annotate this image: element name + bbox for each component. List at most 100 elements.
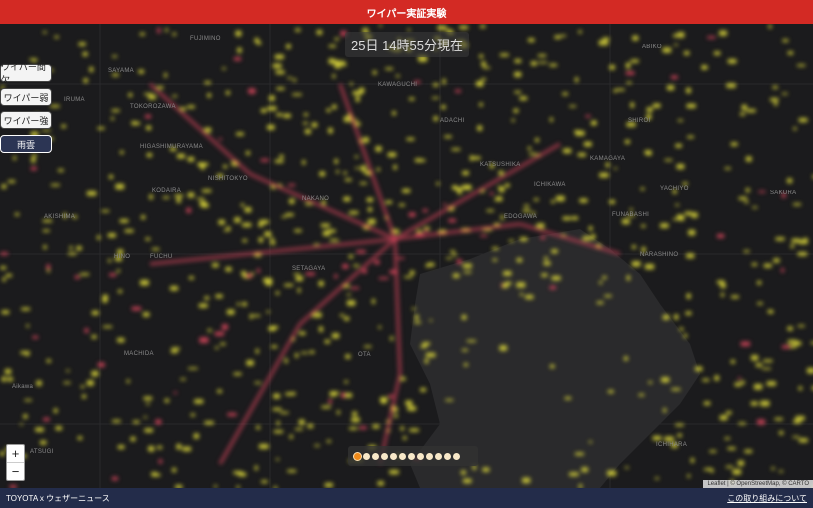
rain-cell xyxy=(234,217,241,223)
rain-cell xyxy=(78,42,87,46)
timeline-step[interactable] xyxy=(453,452,460,460)
rain-cell xyxy=(201,189,212,193)
timeline-step[interactable] xyxy=(417,452,424,460)
rain-cell xyxy=(248,88,256,94)
rain-cell xyxy=(117,444,125,450)
rain-cell xyxy=(456,259,463,265)
rain-cell xyxy=(314,444,320,447)
rain-cell xyxy=(676,163,685,170)
timeline-step[interactable] xyxy=(399,452,406,460)
rain-cell xyxy=(498,170,504,176)
rain-cell xyxy=(778,430,784,435)
rain-cell xyxy=(562,148,572,154)
rain-cell xyxy=(194,399,204,404)
rain-cell xyxy=(486,209,495,212)
rain-cell xyxy=(252,314,261,317)
rain-cell xyxy=(69,245,73,251)
timeline-step[interactable] xyxy=(444,452,451,460)
rain-cell xyxy=(679,327,684,331)
rain-cell xyxy=(750,355,759,361)
rain-cell xyxy=(482,66,491,69)
rain-cell xyxy=(39,440,47,445)
rain-cell xyxy=(675,423,685,427)
place-label: KODAIRA xyxy=(152,188,182,194)
rain-cell xyxy=(479,54,484,59)
rain-cell xyxy=(263,277,273,283)
layer-button-wiper-low[interactable]: ワイパー弱 xyxy=(0,88,52,106)
footer-bar: TOYOTA x ウェザーニュース この取り組みについて xyxy=(0,488,813,508)
rain-cell xyxy=(108,174,114,180)
rain-cell xyxy=(452,273,460,279)
rain-cell xyxy=(219,342,226,346)
layer-button-rain-cloud[interactable]: 雨雲 xyxy=(0,135,52,153)
timeline-step[interactable] xyxy=(354,452,361,460)
rain-cell xyxy=(442,203,447,206)
rain-cell xyxy=(91,334,97,339)
rain-cell xyxy=(148,94,157,100)
rain-cell xyxy=(182,446,192,452)
rain-cell xyxy=(57,168,64,172)
zoom-in-button[interactable]: + xyxy=(7,445,24,462)
rain-cell xyxy=(393,164,397,170)
rain-cell xyxy=(216,389,223,394)
rain-cell xyxy=(756,419,766,425)
timeline-step[interactable] xyxy=(426,452,433,460)
rain-cell xyxy=(745,187,750,193)
place-label: SAKURA xyxy=(770,190,797,196)
rain-cell xyxy=(215,294,223,299)
rain-map[interactable]: 25日 14時55分現在 ワイパー間欠 ワイパー弱 ワイパー強 雨雲 + − F… xyxy=(0,24,813,488)
about-link[interactable]: この取り組みについて xyxy=(727,493,807,504)
timeline-step[interactable] xyxy=(363,452,370,460)
rain-cell xyxy=(289,434,293,439)
rain-cell xyxy=(738,196,748,201)
rain-cell xyxy=(724,167,732,170)
rain-cell xyxy=(138,69,145,74)
timeline-step[interactable] xyxy=(381,452,388,460)
rain-cell xyxy=(324,482,334,488)
rain-cell xyxy=(560,34,567,37)
rain-cell xyxy=(97,362,105,368)
rain-cell xyxy=(389,469,400,475)
zoom-out-button[interactable]: − xyxy=(7,462,24,480)
page-title: ワイパー実証実験 xyxy=(366,8,447,20)
rain-cell xyxy=(625,71,635,76)
rain-cell xyxy=(355,96,360,102)
place-label: SETAGAYA xyxy=(292,266,326,272)
rain-cell xyxy=(176,443,182,450)
rain-cell xyxy=(706,36,716,39)
layer-button-wiper-high[interactable]: ワイパー強 xyxy=(0,111,52,129)
rain-cell xyxy=(225,90,231,96)
timeline-step[interactable] xyxy=(390,452,397,460)
rain-cell xyxy=(462,170,470,176)
rain-cell xyxy=(63,381,71,384)
rain-cell xyxy=(703,468,713,471)
layer-button-wiper-intermittent[interactable]: ワイパー間欠 xyxy=(0,62,52,85)
rain-cell xyxy=(792,435,800,438)
rain-cell xyxy=(479,234,488,237)
rain-cell xyxy=(145,125,152,131)
rain-cell xyxy=(702,378,710,382)
timeline-step[interactable] xyxy=(408,452,415,460)
rain-cell xyxy=(352,411,358,417)
timeline-step[interactable] xyxy=(372,452,379,460)
rain-cell xyxy=(23,414,28,419)
rain-cell xyxy=(187,367,198,370)
rain-cell xyxy=(176,153,186,159)
rain-cell xyxy=(461,348,469,352)
rain-cell xyxy=(275,291,280,295)
timeline-step[interactable] xyxy=(435,452,442,460)
rain-cell xyxy=(734,382,742,387)
rain-cell xyxy=(276,112,283,117)
time-slider[interactable] xyxy=(348,446,478,466)
rain-cell xyxy=(266,124,275,130)
rain-cell xyxy=(309,350,315,354)
rain-cell xyxy=(187,156,195,162)
map-attribution[interactable]: Leaflet | © OpenStreetMap, © CARTO xyxy=(703,480,813,488)
rain-cell xyxy=(344,178,352,182)
rain-cell xyxy=(142,312,150,317)
place-label: KAWAGUCHI xyxy=(378,82,418,88)
rain-cell xyxy=(781,345,791,349)
rain-cell xyxy=(331,104,337,110)
rain-cell xyxy=(348,426,358,430)
rain-cell xyxy=(320,223,331,228)
